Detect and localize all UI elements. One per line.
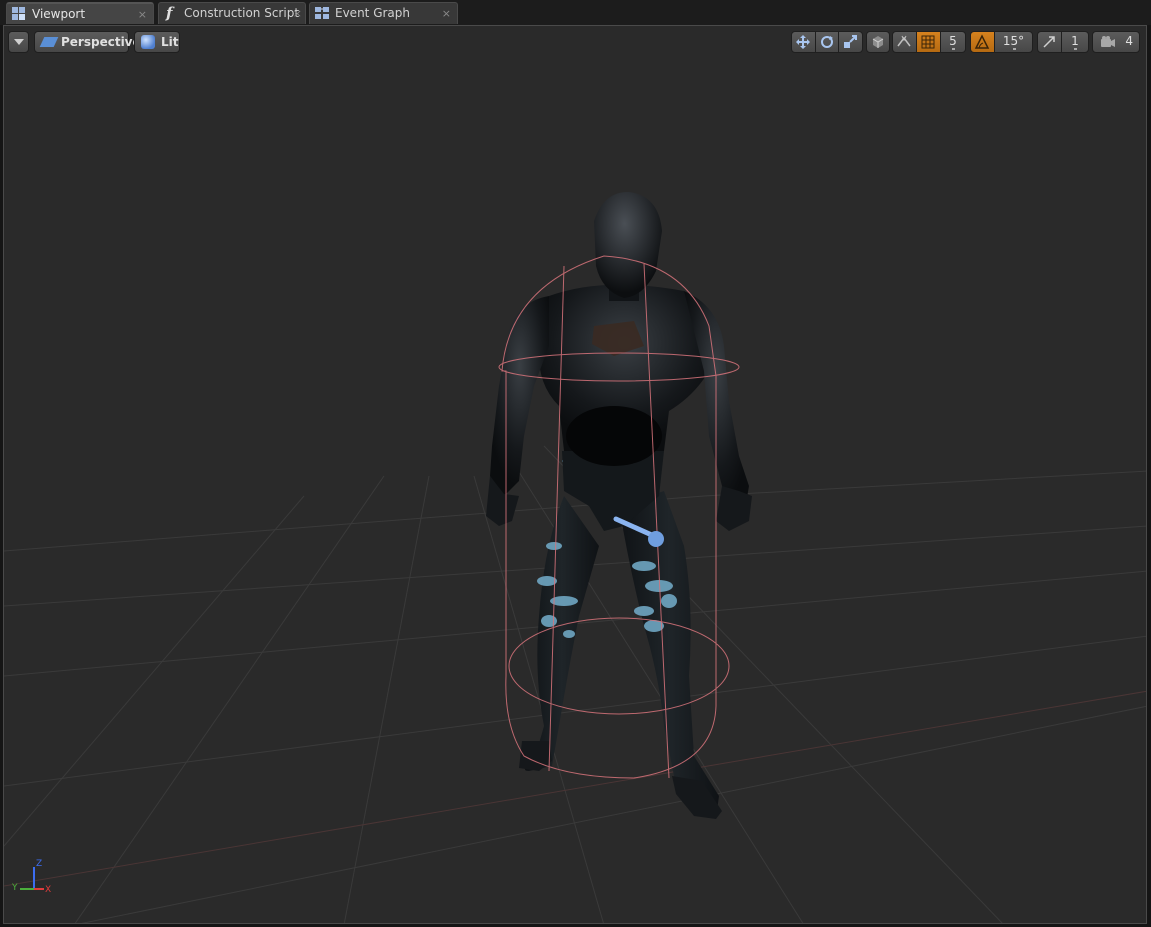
view-mode-button[interactable]: Lit [134, 31, 180, 53]
rotation-snap-dropdown[interactable]: 15° [994, 31, 1033, 53]
tab-viewport[interactable]: Viewport × [6, 2, 154, 24]
scale-button[interactable] [838, 31, 863, 53]
character-mesh [486, 191, 752, 819]
lit-label: Lit [161, 35, 179, 49]
scale-snap-value: 1 [1071, 34, 1079, 48]
perspective-label: Perspective [61, 35, 141, 49]
grid-snap-group: 5 [892, 31, 966, 53]
surface-snap-icon [897, 35, 911, 47]
rotation-snap-group: 15° [970, 31, 1033, 53]
tab-event-graph[interactable]: Event Graph × [309, 2, 458, 24]
function-icon: f [166, 4, 173, 22]
translate-button[interactable] [791, 31, 816, 53]
dropdown-indicator [1074, 48, 1077, 50]
scale-icon [844, 35, 857, 48]
rotate-icon [821, 36, 833, 48]
chevron-down-icon [14, 39, 24, 45]
close-icon[interactable]: × [442, 3, 451, 24]
tab-label: Viewport [32, 7, 86, 21]
grid-snap-value: 5 [949, 34, 957, 48]
translate-icon [796, 35, 810, 49]
cube-icon [872, 36, 884, 48]
perspective-icon [39, 37, 59, 47]
axis-y-label: Y [12, 883, 18, 893]
viewport-icon [12, 7, 26, 21]
scene-render [4, 191, 1146, 923]
axis-z-label: Z [36, 859, 43, 869]
close-icon[interactable]: × [293, 3, 302, 24]
camera-speed-group: 4 [1092, 31, 1140, 53]
camera-speed-value: 4 [1125, 34, 1133, 48]
scale-snap-icon [1043, 36, 1055, 48]
camera-icon [1101, 36, 1115, 47]
grid-snap-size-dropdown[interactable]: 5 [940, 31, 966, 53]
scale-snap-toggle[interactable] [1037, 31, 1062, 53]
grid-snap-toggle[interactable] [916, 31, 941, 53]
scale-snap-dropdown[interactable]: 1 [1061, 31, 1089, 53]
lit-sphere-icon [141, 35, 155, 49]
grid-icon [921, 35, 935, 49]
viewport-options-button[interactable] [8, 31, 29, 53]
rotation-snap-value: 15° [1002, 34, 1025, 48]
rotate-button[interactable] [815, 31, 839, 53]
world-local-toggle [866, 31, 890, 53]
axis-indicator: Z Y X [12, 859, 60, 899]
close-icon[interactable]: × [138, 4, 147, 25]
scale-snap-group: 1 [1037, 31, 1089, 53]
coordinate-space-button[interactable] [866, 31, 890, 53]
tab-label: Event Graph [335, 6, 410, 20]
camera-speed-button[interactable]: 4 [1092, 31, 1140, 53]
tab-bar: Viewport × f Construction Script × Event… [0, 0, 1151, 25]
angle-icon [974, 34, 990, 49]
rotation-snap-toggle[interactable] [970, 31, 995, 53]
x-axis-line [4, 690, 1146, 887]
surface-snap-button[interactable] [892, 31, 917, 53]
dropdown-indicator [1013, 48, 1016, 50]
dropdown-indicator [952, 48, 955, 50]
tab-label: Construction Script [184, 6, 300, 20]
viewport-canvas[interactable]: Perspective Lit 5 15° 1 4 Z Y X [3, 25, 1147, 924]
transform-tools [791, 31, 863, 53]
graph-icon [315, 6, 329, 20]
tab-construction-script[interactable]: f Construction Script × [158, 2, 306, 24]
perspective-button[interactable]: Perspective [34, 31, 141, 53]
axis-x-label: X [45, 885, 52, 895]
